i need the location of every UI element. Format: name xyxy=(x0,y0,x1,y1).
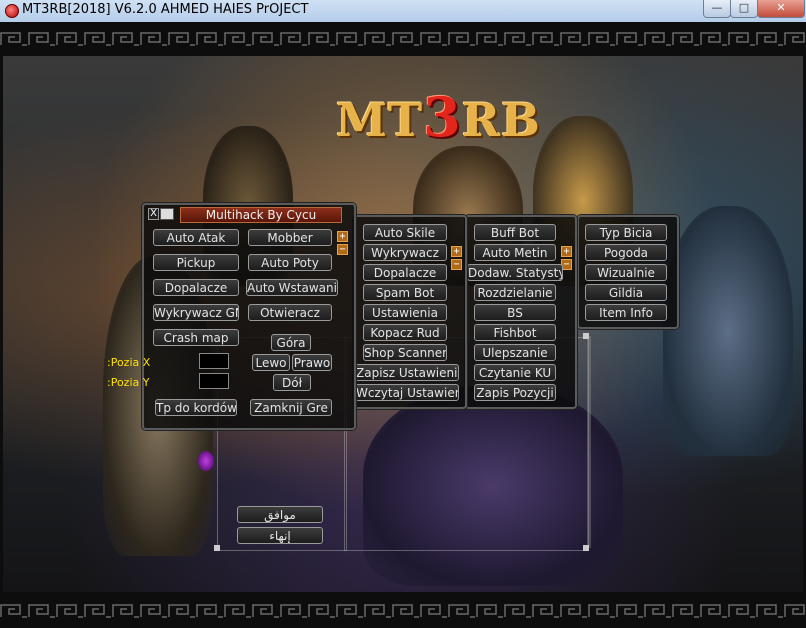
dialog-resize-handle[interactable] xyxy=(214,545,220,551)
game-logo: MT3RB xyxy=(336,85,541,149)
load-settings-button[interactable]: Wczytaj Ustawienia xyxy=(355,384,459,401)
wykrywacz-gm-button[interactable]: Wykrywacz GM xyxy=(153,304,239,321)
wykrywacz-plus-button[interactable]: + xyxy=(451,246,462,257)
pickup-button[interactable]: Pickup xyxy=(153,254,239,271)
pos-y-label: :Pozia Y xyxy=(107,376,150,389)
pos-x-input[interactable] xyxy=(199,353,229,369)
dialog-resize-handle[interactable] xyxy=(583,545,589,551)
zapis-pozycji-button[interactable]: Zapis Pozycji xyxy=(474,384,556,401)
item-info-button[interactable]: Item Info xyxy=(585,304,667,321)
move-down-button[interactable]: Dół xyxy=(273,374,311,391)
dialog-resize-handle[interactable] xyxy=(583,333,589,339)
mobber-plus-button[interactable]: + xyxy=(337,231,348,242)
rozdzielanie-button[interactable]: Rozdzielanie xyxy=(474,284,556,301)
maximize-button[interactable]: □ xyxy=(730,0,758,18)
wykrywacz-minus-button[interactable]: − xyxy=(451,259,462,270)
panel-close-button[interactable]: X xyxy=(148,208,159,220)
move-up-button[interactable]: Góra xyxy=(271,334,311,351)
wizualnie-button[interactable]: Wizualnie xyxy=(585,264,667,281)
frame-top xyxy=(0,22,806,56)
move-left-button[interactable]: Lewo xyxy=(252,354,290,371)
gem-ornament xyxy=(198,451,214,471)
ulepszanie-button[interactable]: Ulepszanie xyxy=(474,344,556,361)
otwieracz-button[interactable]: Otwieracz xyxy=(248,304,332,321)
close-game-button[interactable]: Zamknij Gre xyxy=(250,399,332,416)
spam-bot-button[interactable]: Spam Bot xyxy=(363,284,447,301)
minimize-button[interactable]: — xyxy=(703,0,731,18)
kopacz-rud-button[interactable]: Kopacz Rud xyxy=(363,324,447,341)
background-dialog-scrollbar[interactable] xyxy=(587,336,591,548)
stat-add-button[interactable]: Dodaw. Statystyk xyxy=(467,264,563,281)
dopalacze-button[interactable]: Dopalacze xyxy=(153,279,239,296)
pogoda-button[interactable]: Pogoda xyxy=(585,244,667,261)
move-right-button[interactable]: Prawo xyxy=(292,354,332,371)
main-panel-title[interactable]: Multihack By Cycu xyxy=(180,207,342,223)
auto-metin-button[interactable]: Auto Metin xyxy=(474,244,556,261)
shop-scanner-button[interactable]: Shop Scanner xyxy=(363,344,447,361)
ok-button[interactable]: موافق xyxy=(237,506,323,523)
buff-bot-button[interactable]: Buff Bot xyxy=(474,224,556,241)
window-title: MT3RB[2018] V6.2.0 AHMED HAIES PrOJECT xyxy=(22,2,309,17)
app-icon xyxy=(5,4,19,18)
ustawienia-button[interactable]: Ustawienia xyxy=(363,304,447,321)
mobber-button[interactable]: Mobber xyxy=(248,229,332,246)
window-titlebar[interactable]: MT3RB[2018] V6.2.0 AHMED HAIES PrOJECT —… xyxy=(0,0,806,23)
end-button[interactable]: إنهاء xyxy=(237,527,323,544)
bs-button[interactable]: BS xyxy=(474,304,556,321)
pos-x-label: :Pozia X xyxy=(107,356,151,369)
auto-skile-button[interactable]: Auto Skile xyxy=(363,224,447,241)
auto-wstawanie-button[interactable]: Auto Wstawanie xyxy=(246,279,338,296)
wykrywacz-button[interactable]: Wykrywacz xyxy=(363,244,447,261)
mobber-minus-button[interactable]: − xyxy=(337,244,348,255)
meander-border-top xyxy=(0,32,806,46)
meander-border-bottom xyxy=(0,604,806,618)
auto-atak-button[interactable]: Auto Atak xyxy=(153,229,239,246)
character-silhouette xyxy=(663,206,793,456)
pos-y-input[interactable] xyxy=(199,373,229,389)
fishbot-button[interactable]: Fishbot xyxy=(474,324,556,341)
crash-map-button[interactable]: Crash map xyxy=(153,329,239,346)
teleport-coords-button[interactable]: Tp do kordów xyxy=(155,399,237,416)
grid-icon xyxy=(160,208,174,220)
czytanie-ku-button[interactable]: Czytanie KU xyxy=(474,364,556,381)
auto-poty-button[interactable]: Auto Poty xyxy=(248,254,332,271)
frame-bottom xyxy=(0,592,806,628)
typ-bicia-button[interactable]: Typ Bicia xyxy=(585,224,667,241)
dopalacze-button-2[interactable]: Dopalacze xyxy=(363,264,447,281)
close-button[interactable]: ✕ xyxy=(757,0,805,18)
save-settings-button[interactable]: Zapisz Ustawienia xyxy=(355,364,459,381)
gildia-button[interactable]: Gildia xyxy=(585,284,667,301)
auto-metin-plus-button[interactable]: + xyxy=(561,246,572,257)
